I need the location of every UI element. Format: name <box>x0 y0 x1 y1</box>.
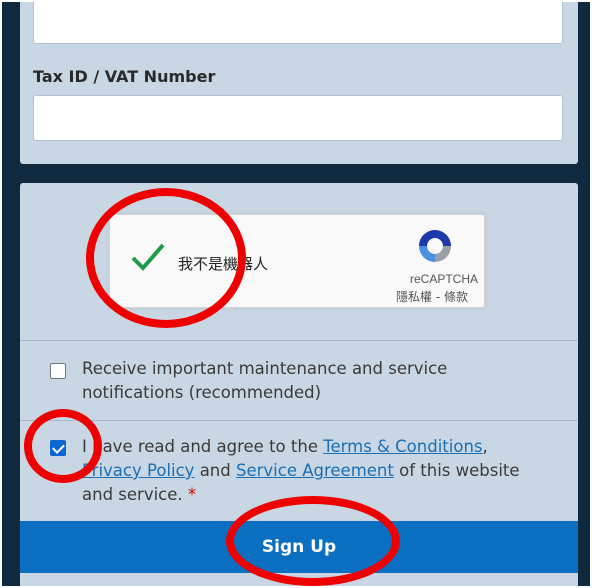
service-agreement-link[interactable]: Service Agreement <box>236 461 394 480</box>
recaptcha-privacy-link[interactable]: 隱私權 <box>396 290 432 304</box>
sign-up-button[interactable]: Sign Up <box>20 521 578 573</box>
form-card-top: Tax ID / VAT Number <box>20 2 578 164</box>
previous-field-input[interactable] <box>33 2 563 44</box>
page-frame: Tax ID / VAT Number 我不是機器人 reCAPTCHA 隱私權… <box>2 2 590 586</box>
required-mark: * <box>187 485 197 504</box>
recaptcha-widget[interactable]: 我不是機器人 reCAPTCHA 隱私權 - 條款 <box>109 214 485 308</box>
recaptcha-separator: - <box>432 290 444 304</box>
privacy-policy-link[interactable]: Privacy Policy <box>82 461 194 480</box>
recaptcha-logo-icon <box>419 230 451 262</box>
terms-link[interactable]: Terms & Conditions <box>323 437 482 456</box>
agree-label: I have read and agree to the Terms & Con… <box>82 435 552 507</box>
divider <box>20 340 578 341</box>
notifications-label: Receive important maintenance and servic… <box>82 359 448 402</box>
divider <box>20 420 578 421</box>
agree-checkbox[interactable] <box>50 440 66 456</box>
recaptcha-links: 隱私權 - 條款 <box>396 288 468 305</box>
recaptcha-terms-link[interactable]: 條款 <box>444 290 468 304</box>
agree-and: and <box>194 461 236 480</box>
tax-id-input[interactable] <box>33 95 563 141</box>
form-card-bottom: 我不是機器人 reCAPTCHA 隱私權 - 條款 Receive import… <box>20 183 578 586</box>
agree-comma: , <box>482 437 488 456</box>
tax-id-label: Tax ID / VAT Number <box>33 67 216 86</box>
check-icon[interactable] <box>130 241 166 273</box>
recaptcha-label: 我不是機器人 <box>178 255 269 273</box>
recaptcha-brand: reCAPTCHA <box>409 272 478 286</box>
notifications-checkbox[interactable] <box>50 363 66 379</box>
agree-prefix: I have read and agree to the <box>82 437 324 456</box>
